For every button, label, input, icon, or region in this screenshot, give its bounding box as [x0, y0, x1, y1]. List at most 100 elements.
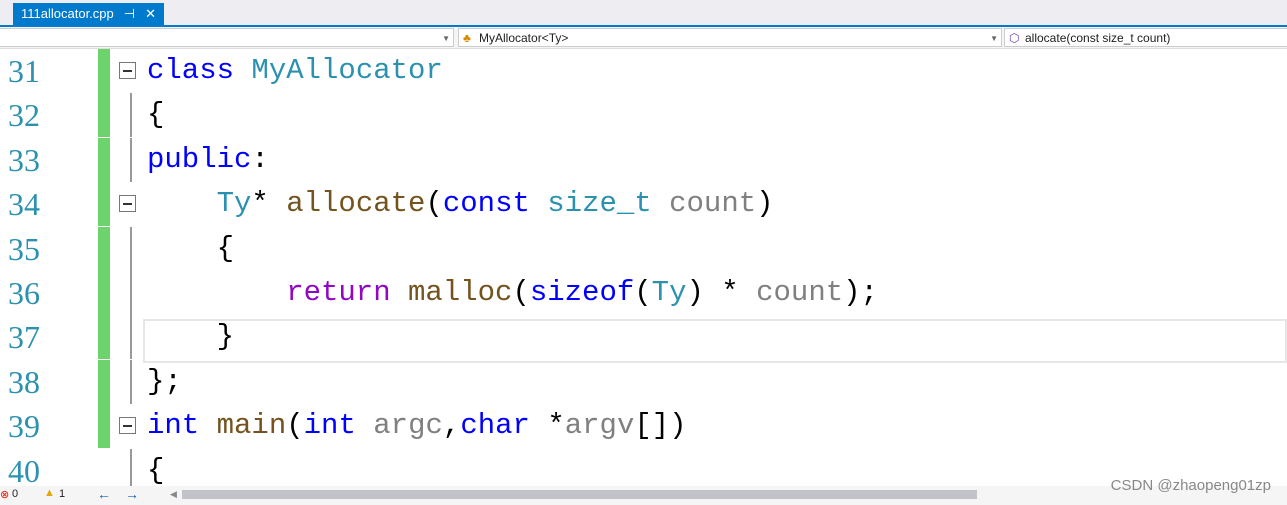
token: ); — [843, 276, 878, 309]
code-line[interactable]: 32 { — [0, 93, 1287, 138]
token: size_t — [547, 187, 670, 221]
line-number: 36 — [8, 275, 40, 311]
token: count — [756, 276, 844, 309]
code-text: { — [147, 93, 164, 137]
code-line[interactable]: 35 { — [0, 226, 1287, 271]
code-text: int main(int argc,char *argv[]) — [147, 404, 687, 448]
code-line[interactable]: 37} — [0, 315, 1287, 360]
code-line[interactable]: 36 return malloc(sizeof(Ty) * count); — [0, 271, 1287, 315]
code-line[interactable]: 39 int main(int argc,char *argv[]) — [0, 404, 1287, 449]
line-number: 32 — [8, 97, 40, 134]
token: const — [442, 187, 548, 221]
tab-file[interactable]: 111allocator.cpp ⊣ ✕ — [13, 3, 164, 25]
scope-dropdown[interactable]: ▼ — [0, 28, 454, 47]
token: int — [303, 409, 374, 443]
fold-guide — [130, 271, 132, 315]
token: sizeof — [529, 276, 635, 309]
token: ( — [425, 187, 443, 221]
code-text: }; — [147, 360, 182, 404]
code-text: { — [217, 227, 234, 271]
code-text: Ty* allocate(const size_t count) — [217, 182, 774, 226]
collapse-icon[interactable] — [119, 417, 136, 435]
collapse-icon[interactable] — [119, 195, 136, 213]
forward-arrow-icon[interactable]: → — [125, 486, 139, 502]
member-dropdown[interactable]: ⬡ allocate(const size_t count) — [1004, 28, 1287, 47]
token: { — [216, 231, 234, 265]
code-line[interactable]: 38}; — [0, 359, 1287, 404]
chevron-down-icon: ▼ — [990, 34, 998, 43]
change-marker — [98, 359, 110, 404]
code-text: class MyAllocator — [147, 49, 443, 93]
code-line[interactable]: 40 { — [0, 448, 1287, 486]
method-icon: ⬡ — [1009, 31, 1020, 45]
error-icon: ⊗ — [0, 489, 10, 501]
tab-bar: 111allocator.cpp ⊣ ✕ — [0, 0, 1287, 27]
token: char — [460, 409, 548, 443]
warning-icon: ▲ — [44, 487, 55, 499]
change-marker — [98, 137, 110, 182]
code-text: { — [147, 449, 164, 486]
change-marker — [98, 404, 110, 449]
token: int — [147, 409, 217, 443]
token: MyAllocator — [251, 54, 443, 87]
line-number: 38 — [8, 363, 40, 400]
horizontal-scrollbar[interactable] — [182, 490, 977, 499]
line-number: 35 — [8, 230, 40, 267]
navigation-bar: ▼ ♣ MyAllocator<Ty> ▼ ⬡ allocate(const size… — [0, 27, 1287, 49]
line-number: 31 — [8, 53, 40, 89]
fold-guide — [130, 359, 132, 404]
token: { — [147, 453, 165, 486]
code-text: public: — [147, 138, 269, 182]
token: ( — [512, 276, 530, 309]
code-editor[interactable]: 31 class MyAllocator 32 {33 public: 34 Ty* all… — [0, 49, 1287, 486]
token: malloc — [408, 276, 513, 309]
watermark: CSDN @zhaopeng01zp — [1110, 477, 1271, 494]
token: return — [286, 276, 409, 309]
token: main — [216, 409, 287, 443]
warning-count[interactable]: 1 — [59, 488, 65, 500]
token: ) * — [686, 276, 757, 309]
close-icon[interactable]: ✕ — [145, 3, 156, 25]
line-number: 37 — [8, 319, 40, 356]
class-icon: ♣ — [463, 31, 471, 45]
code-line[interactable]: 33 public: — [0, 137, 1287, 182]
token: []) — [634, 409, 687, 443]
code-line[interactable]: 34 Ty* allocate(const size_t count) — [0, 182, 1287, 227]
token: * — [547, 409, 565, 443]
change-marker — [98, 93, 110, 138]
fold-guide — [130, 226, 132, 271]
token: ( — [634, 276, 652, 309]
token: argc — [373, 409, 443, 443]
tab-label: 111allocator.cpp — [21, 6, 114, 21]
code-text: return malloc(sizeof(Ty) * count); — [286, 271, 878, 315]
token: Ty — [216, 187, 252, 221]
collapse-icon[interactable] — [119, 62, 136, 79]
token: public — [147, 142, 252, 176]
status-bar: ⊗ 0 ▲ 1 ← → ◀ — [0, 486, 1287, 505]
scroll-left-icon[interactable]: ◀ — [170, 489, 177, 500]
code-text: } — [217, 315, 234, 359]
pin-icon[interactable]: ⊣ — [124, 3, 135, 25]
token: : — [251, 142, 269, 176]
change-marker — [98, 182, 110, 227]
back-arrow-icon[interactable]: ← — [97, 486, 111, 502]
chevron-down-icon: ▼ — [442, 34, 450, 43]
change-marker — [98, 271, 110, 315]
fold-guide — [130, 137, 132, 182]
error-count[interactable]: 0 — [12, 488, 18, 500]
class-dropdown[interactable]: ♣ MyAllocator<Ty> ▼ — [458, 28, 1002, 47]
token: }; — [147, 364, 182, 398]
change-marker — [98, 49, 110, 93]
token: argv — [564, 409, 635, 443]
token: class — [147, 54, 252, 87]
token: Ty — [651, 276, 687, 309]
class-value: MyAllocator<Ty> — [479, 31, 569, 45]
change-marker — [98, 226, 110, 271]
change-marker — [98, 315, 110, 360]
line-number: 39 — [8, 408, 40, 445]
member-value: allocate(const size_t count) — [1025, 31, 1171, 45]
line-number: 40 — [8, 452, 40, 486]
token: { — [147, 98, 165, 132]
code-line[interactable]: 31 class MyAllocator — [0, 49, 1287, 93]
fold-guide — [130, 93, 132, 138]
